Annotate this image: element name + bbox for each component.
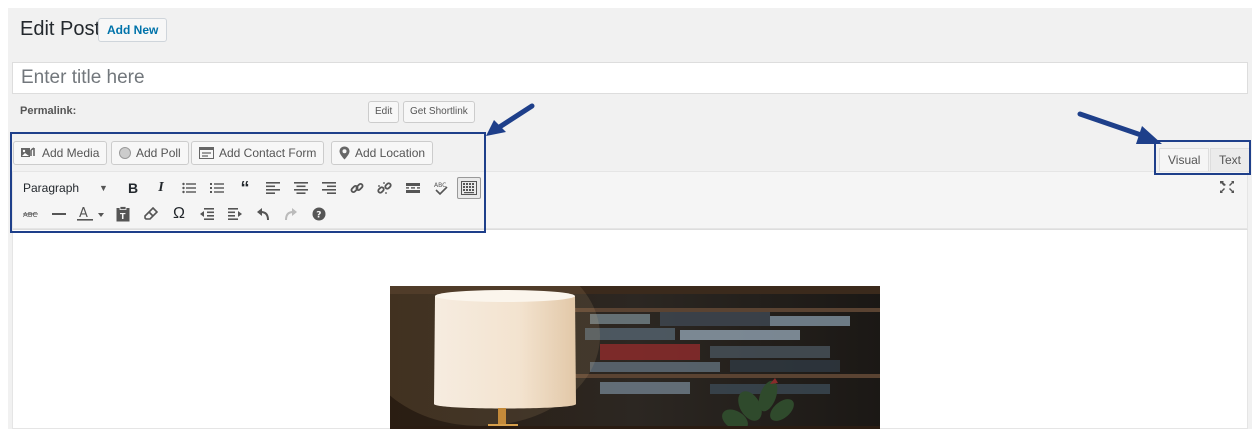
get-shortlink-button[interactable]: Get Shortlink [403,101,475,123]
media-and-toolbar-highlight [10,132,486,233]
annotation-arrow-left [486,103,535,136]
post-editor-screen: Edit Post Add New Permalink: Edit Get Sh… [8,8,1252,429]
page-title: Edit Post [20,18,101,40]
annotation-arrow-right [1077,111,1162,144]
permalink-label: Permalink: [20,105,77,117]
add-new-button[interactable]: Add New [98,18,168,42]
visual-text-tabs-highlight [1154,140,1251,175]
editor-content-area[interactable] [12,229,1248,429]
post-image[interactable] [390,286,880,429]
fullscreen-icon[interactable] [1217,177,1237,197]
post-title-input[interactable] [12,62,1248,94]
edit-permalink-button[interactable]: Edit [368,101,400,123]
